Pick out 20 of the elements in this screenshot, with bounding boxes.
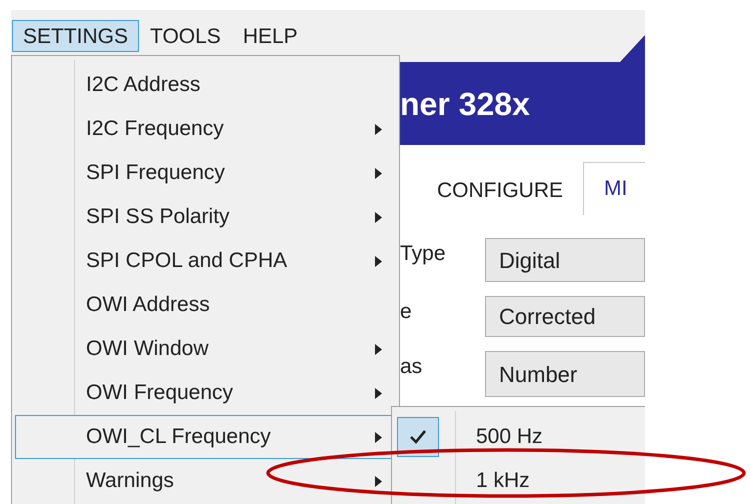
menu-bar-item[interactable]: SETTINGS <box>12 20 140 52</box>
dropdown[interactable]: Number <box>485 351 645 397</box>
tab[interactable]: MI <box>583 162 645 215</box>
dropdown[interactable]: Digital <box>485 238 645 282</box>
menu-item[interactable]: I2C Address <box>15 63 396 107</box>
tab[interactable]: CONFIGURE <box>421 167 583 215</box>
dropdown[interactable]: Corrected <box>485 296 645 337</box>
menu-item[interactable]: OWI Frequency <box>15 371 396 415</box>
menu-bar-item[interactable]: HELP <box>232 20 309 52</box>
menu-item[interactable]: OWI Window <box>15 327 396 371</box>
menu-item[interactable]: SPI Frequency <box>15 151 396 195</box>
banner-title: ner 328x <box>400 84 530 124</box>
menu-item[interactable]: OWI Address <box>15 283 396 327</box>
menu-item[interactable]: I2C Frequency <box>15 107 396 151</box>
field-label: as <box>400 354 424 380</box>
menu-item[interactable]: SPI CPOL and CPHA <box>15 239 396 283</box>
field-label: Type <box>400 241 447 267</box>
field-label: e <box>400 299 413 325</box>
menu-bar-item[interactable]: TOOLS <box>139 20 232 52</box>
menu-item[interactable]: SPI SS Polarity <box>15 195 396 239</box>
